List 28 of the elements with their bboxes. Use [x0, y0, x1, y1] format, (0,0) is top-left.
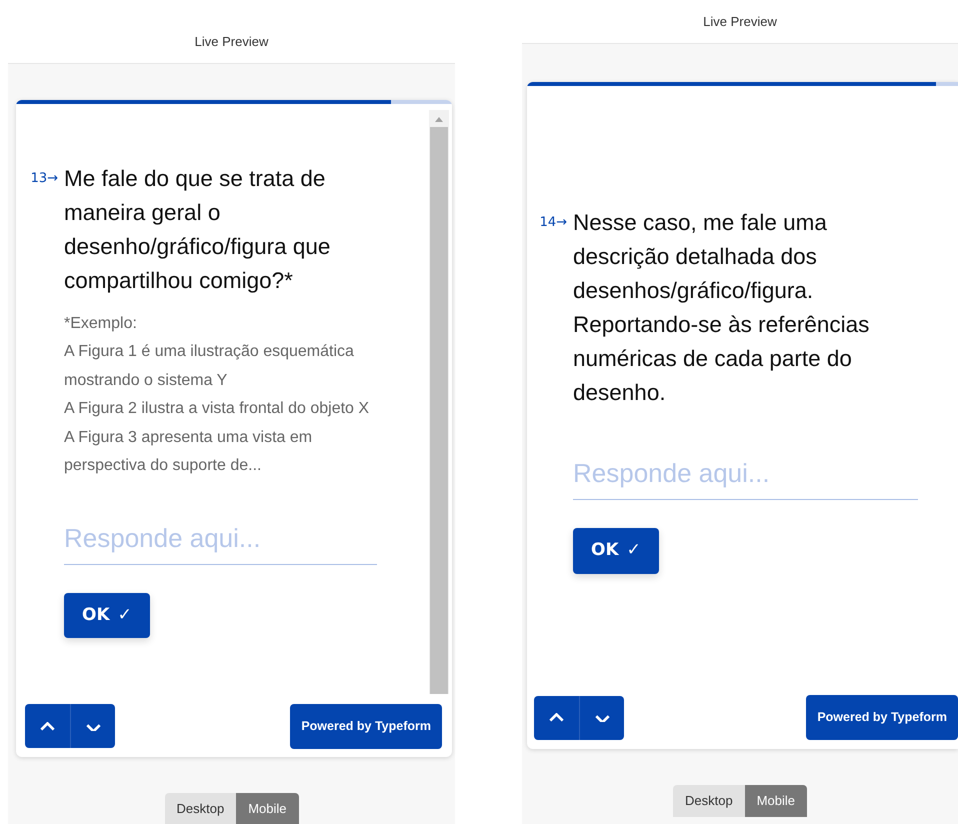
ok-button[interactable]: OK ✓ [64, 592, 150, 638]
answer-field[interactable]: Responde aqui... [573, 450, 918, 500]
panel-title: Live Preview [703, 12, 777, 31]
powered-by-button[interactable]: Powered by Typeform [806, 695, 958, 740]
next-button[interactable] [579, 696, 624, 740]
description-text: A Figura 2 ilustra a vista frontal do objeto X [64, 399, 370, 420]
question-number: 14→ [538, 214, 568, 232]
chevron-down-icon [594, 713, 610, 722]
chevron-up-icon [40, 722, 55, 731]
question-text: Nesse caso, me fale uma descrição detalhada dos desenhos/gráfico/figura. Reportando-se às referências numéricas de cada parte do desenho. [573, 209, 870, 407]
view-toggle-tab[interactable]: Desktop [673, 785, 745, 816]
previous-button[interactable] [25, 704, 70, 748]
chevron-down-icon [86, 722, 100, 731]
ok-button[interactable]: OK ✓ [573, 528, 659, 574]
previous-button[interactable] [534, 696, 579, 740]
question-text: Me fale do que se trata de maneira geral o desenho/gráfico/figura que compartilhou comigo?* [64, 164, 332, 295]
description-text: A Figura 3 apresenta uma vista em perspectiva do suporte de... [64, 428, 314, 476]
powered-by-button[interactable]: Powered by Typeform [290, 704, 442, 748]
description-text: *Exemplo: [64, 314, 138, 334]
panel-title: Live Preview [194, 32, 268, 51]
view-toggle-tab[interactable]: Desktop [164, 792, 236, 824]
view-toggle-tab[interactable]: Mobile [236, 792, 298, 824]
description-text: A Figura 1 é uma ilustração esquemática mostrando o sistema Y [64, 342, 355, 391]
chevron-up-icon [549, 713, 564, 722]
view-toggle-tab[interactable]: Mobile [744, 785, 807, 816]
answer-field[interactable]: Responde aqui... [64, 514, 377, 565]
question-number: 13→ [30, 170, 59, 188]
next-button[interactable] [70, 704, 115, 748]
